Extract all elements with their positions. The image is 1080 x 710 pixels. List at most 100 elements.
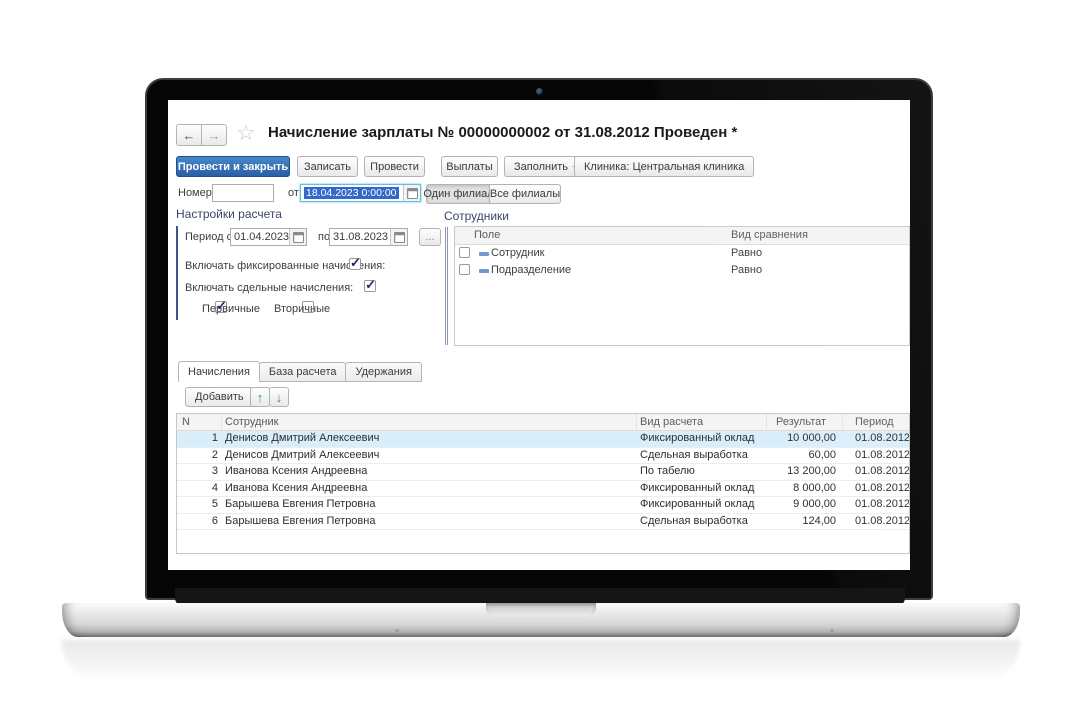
- filter-row-checkbox[interactable]: [459, 264, 470, 275]
- date-input[interactable]: 18.04.2023 0:00:00: [300, 184, 421, 202]
- col-n-header: N: [177, 414, 222, 430]
- base-dot: [830, 629, 834, 632]
- filter-field-name: Сотрудник: [491, 247, 544, 259]
- period-to-calendar-button[interactable]: [390, 229, 407, 245]
- post-button[interactable]: Провести: [364, 156, 425, 177]
- move-down-button[interactable]: ↓: [269, 387, 289, 407]
- settings-section-title: Настройки расчета: [176, 207, 282, 221]
- cell-period: 01.08.2012: [843, 481, 909, 497]
- employees-filter-table: Поле Вид сравнения Сотрудник Равно Подра…: [454, 226, 910, 346]
- payments-button[interactable]: Выплаты: [441, 156, 498, 177]
- cell-n: 5: [177, 497, 222, 513]
- calendar-picker-button[interactable]: [403, 185, 420, 201]
- laptop-reflection: [62, 640, 1020, 682]
- tab-accruals[interactable]: Начисления: [178, 361, 260, 382]
- laptop-notch: [486, 603, 596, 617]
- period-to-value: 31.08.2023: [330, 231, 390, 243]
- laptop-screen: ← → ☆ Начисление зарплаты № 00000000002 …: [145, 78, 933, 600]
- forward-arrow-icon: →: [208, 128, 221, 143]
- period-from-calendar-button[interactable]: [289, 229, 306, 245]
- cell-result: 13 200,00: [767, 464, 843, 480]
- cell-n: 6: [177, 514, 222, 530]
- primary-label: Первичные: [202, 303, 260, 315]
- cell-result: 10 000,00: [767, 431, 843, 447]
- laptop-base: [62, 603, 1020, 637]
- favorite-star-icon[interactable]: ☆: [236, 122, 256, 144]
- one-branch-toggle[interactable]: Один филиал: [426, 184, 491, 204]
- forward-button[interactable]: →: [201, 124, 227, 146]
- all-branches-toggle[interactable]: Все филиалы: [489, 184, 561, 204]
- arrow-up-icon: ↑: [257, 390, 264, 405]
- cell-n: 3: [177, 464, 222, 480]
- cell-period: 01.08.2012: [843, 497, 909, 513]
- filter-row-checkbox[interactable]: [459, 247, 470, 258]
- col-field-header: Поле: [474, 229, 500, 241]
- clinic-button[interactable]: Клиника: Центральная клиника: [574, 156, 754, 177]
- cell-calc-type: Сдельная выработка: [637, 514, 767, 530]
- cell-employee: Иванова Ксения Андреевна: [222, 464, 637, 480]
- calendar-icon: [293, 232, 304, 243]
- include-piecework-checkbox[interactable]: [364, 280, 376, 292]
- calendar-icon: [394, 232, 405, 243]
- webcam-icon: [536, 88, 543, 95]
- cell-employee: Иванова Ксения Андреевна: [222, 481, 637, 497]
- period-from-input[interactable]: 01.04.2023: [230, 228, 307, 246]
- date-value: 18.04.2023 0:00:00: [304, 187, 399, 199]
- cell-n: 1: [177, 431, 222, 447]
- table-row[interactable]: 5 Барышева Евгения Петровна Фиксированны…: [177, 497, 909, 514]
- cell-result: 60,00: [767, 448, 843, 464]
- table-row[interactable]: 1 Денисов Дмитрий Алексеевич Фиксированн…: [177, 431, 909, 448]
- filter-field-name: Подразделение: [491, 264, 571, 276]
- move-up-button[interactable]: ↑: [250, 387, 270, 407]
- table-row[interactable]: 4 Иванова Ксения Андреевна Фиксированный…: [177, 481, 909, 498]
- filter-row-department[interactable]: Подразделение Равно: [455, 262, 909, 279]
- table-row[interactable]: 3 Иванова Ксения Андреевна По табелю 13 …: [177, 464, 909, 481]
- period-more-button[interactable]: ...: [419, 228, 441, 246]
- cell-n: 2: [177, 448, 222, 464]
- period-from-value: 01.04.2023: [231, 231, 289, 243]
- equals-icon: [479, 269, 489, 273]
- back-arrow-icon: ←: [183, 128, 196, 143]
- number-input[interactable]: [212, 184, 274, 202]
- cell-calc-type: Фиксированный оклад: [637, 497, 767, 513]
- page: ← → ☆ Начисление зарплаты № 00000000002 …: [0, 0, 1080, 710]
- arrow-down-icon: ↓: [276, 390, 283, 405]
- period-to-input[interactable]: 31.08.2023: [329, 228, 408, 246]
- col-employee-header: Сотрудник: [222, 414, 637, 430]
- add-button[interactable]: Добавить: [185, 387, 254, 407]
- page-title: Начисление зарплаты № 00000000002 от 31.…: [268, 124, 737, 141]
- cell-calc-type: Фиксированный оклад: [637, 431, 767, 447]
- calendar-icon: [407, 188, 418, 199]
- panel-splitter[interactable]: [445, 227, 448, 345]
- write-button[interactable]: Записать: [297, 156, 358, 177]
- accruals-table-header: N Сотрудник Вид расчета Результат Период: [177, 414, 909, 431]
- col-result-header: Результат: [767, 414, 843, 430]
- cell-employee: Денисов Дмитрий Алексеевич: [222, 431, 637, 447]
- cell-period: 01.08.2012: [843, 464, 909, 480]
- table-row[interactable]: 2 Денисов Дмитрий Алексеевич Сдельная вы…: [177, 448, 909, 465]
- include-piecework-label: Включать сдельные начисления:: [185, 282, 353, 294]
- equals-icon: [479, 252, 489, 256]
- cell-calc-type: Фиксированный оклад: [637, 481, 767, 497]
- filter-comparison: Равно: [731, 264, 762, 276]
- cell-calc-type: По табелю: [637, 464, 767, 480]
- include-fixed-checkbox[interactable]: [349, 258, 361, 270]
- cell-period: 01.08.2012: [843, 514, 909, 530]
- tab-calc-base[interactable]: База расчета: [259, 362, 347, 382]
- table-row[interactable]: 6 Барышева Евгения Петровна Сдельная выр…: [177, 514, 909, 531]
- tab-deductions[interactable]: Удержания: [345, 362, 421, 382]
- filter-table-header: Поле Вид сравнения: [455, 227, 909, 245]
- post-and-close-button[interactable]: Провести и закрыть: [176, 156, 290, 177]
- settings-group-line: [176, 226, 178, 320]
- filter-comparison: Равно: [731, 247, 762, 259]
- col-period-header: Период: [843, 414, 909, 430]
- cell-calc-type: Сдельная выработка: [637, 448, 767, 464]
- cell-employee: Денисов Дмитрий Алексеевич: [222, 448, 637, 464]
- fill-button-label: Заполнить: [514, 161, 568, 173]
- back-button[interactable]: ←: [176, 124, 202, 146]
- cell-result: 8 000,00: [767, 481, 843, 497]
- filter-row-employee[interactable]: Сотрудник Равно: [455, 245, 909, 262]
- accruals-table: N Сотрудник Вид расчета Результат Период…: [176, 413, 910, 554]
- tab-bar: Начисления База расчета Удержания: [178, 361, 422, 382]
- nav-buttons: ← →: [176, 124, 227, 146]
